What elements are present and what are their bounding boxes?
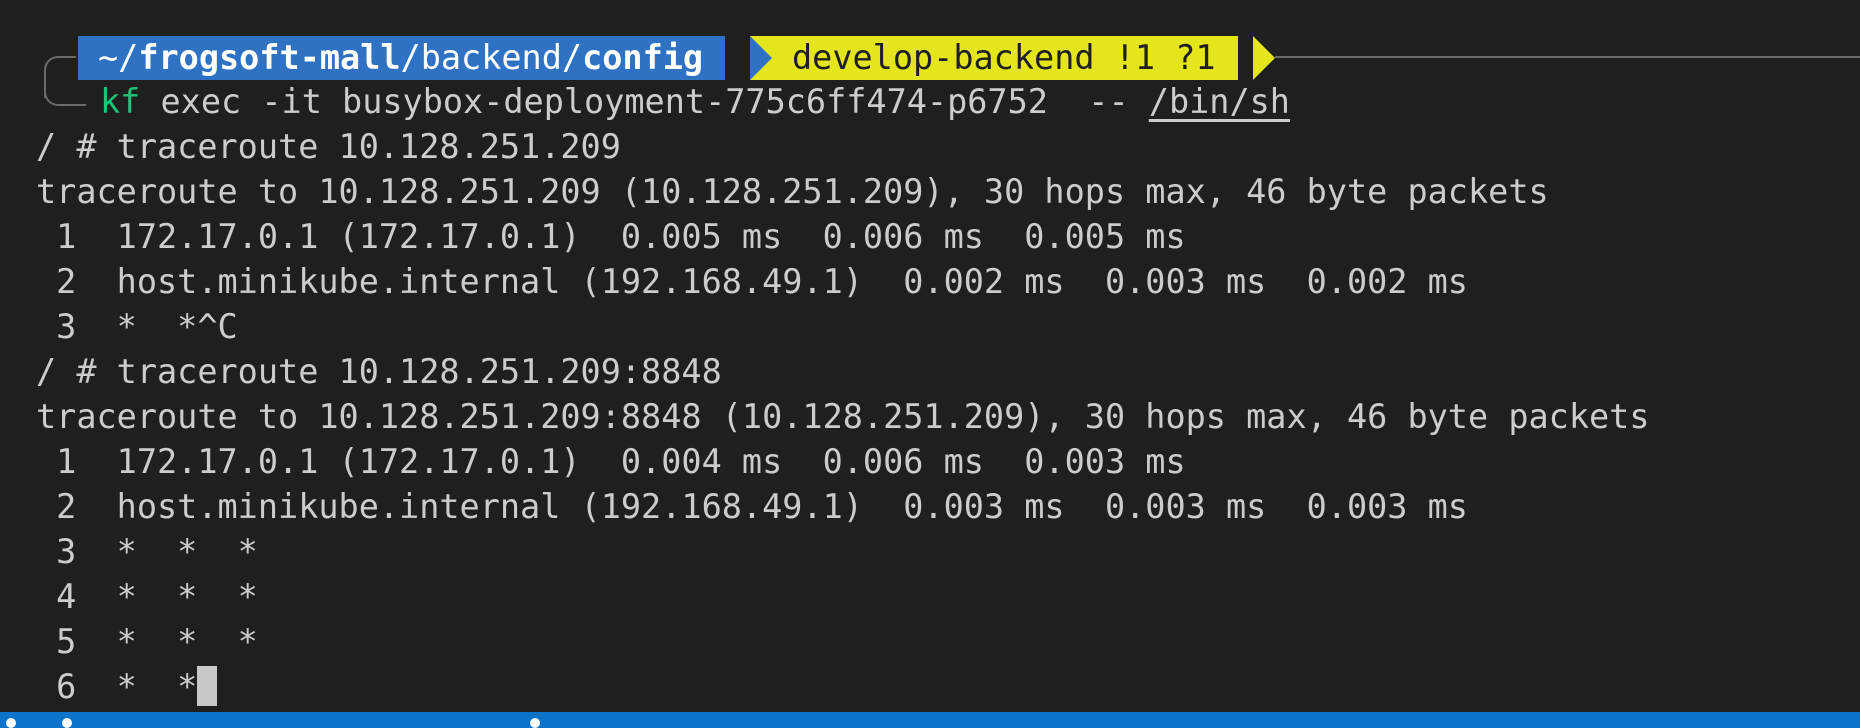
output-line: 2 host.minikube.internal (192.168.49.1) … [36,262,1468,301]
output-line: 3 * *^C [36,307,238,346]
output-line: 3 * * * [36,532,258,571]
path-part-current: config [582,38,704,77]
command-shell-link[interactable]: /bin/sh [1149,82,1290,121]
git-branch: develop-backend [792,38,1095,77]
prompt-git-segment: develop-backend !1 ?1 [750,36,1238,80]
output-line: 1 172.17.0.1 (172.17.0.1) 0.005 ms 0.006… [36,217,1186,256]
current-line-text: 6 * * [36,667,198,706]
terminal-panel[interactable]: ~/frogsoft-mall/backend/config develop-b… [0,0,1860,712]
powerline-end-icon [1253,36,1275,80]
output-line: / # traceroute 10.128.251.209 [36,127,621,166]
git-status: !1 ?1 [1114,38,1216,77]
prompt-rule [1275,56,1860,58]
status-sync-icon[interactable] [62,718,72,728]
path-part-mid: /backend/ [400,38,583,77]
output-line: 4 * * * [36,577,258,616]
powerline-separator-icon [750,36,772,80]
path-part-repo: frogsoft-mall [138,38,401,77]
output-line: 1 172.17.0.1 (172.17.0.1) 0.004 ms 0.006… [36,442,1186,481]
command-args: exec -it busybox-deployment-775c6ff474-p… [140,82,1149,121]
output-line-current: 6 * * [36,664,218,709]
status-notification-icon[interactable] [530,718,540,728]
status-remote-icon[interactable] [6,718,16,728]
output-line: 2 host.minikube.internal (192.168.49.1) … [36,487,1468,526]
output-line: / # traceroute 10.128.251.209:8848 [36,352,722,391]
path-prefix: ~/ [98,38,139,77]
output-line: 5 * * * [36,622,258,661]
command-program: kf [100,82,141,121]
output-line: traceroute to 10.128.251.209:8848 (10.12… [36,397,1650,436]
terminal-cursor [197,666,218,706]
prompt-path-segment: ~/frogsoft-mall/backend/config [78,36,726,80]
status-bar[interactable] [0,712,1860,728]
command-line: kf exec -it busybox-deployment-775c6ff47… [100,80,1290,124]
output-line: traceroute to 10.128.251.209 (10.128.251… [36,172,1549,211]
